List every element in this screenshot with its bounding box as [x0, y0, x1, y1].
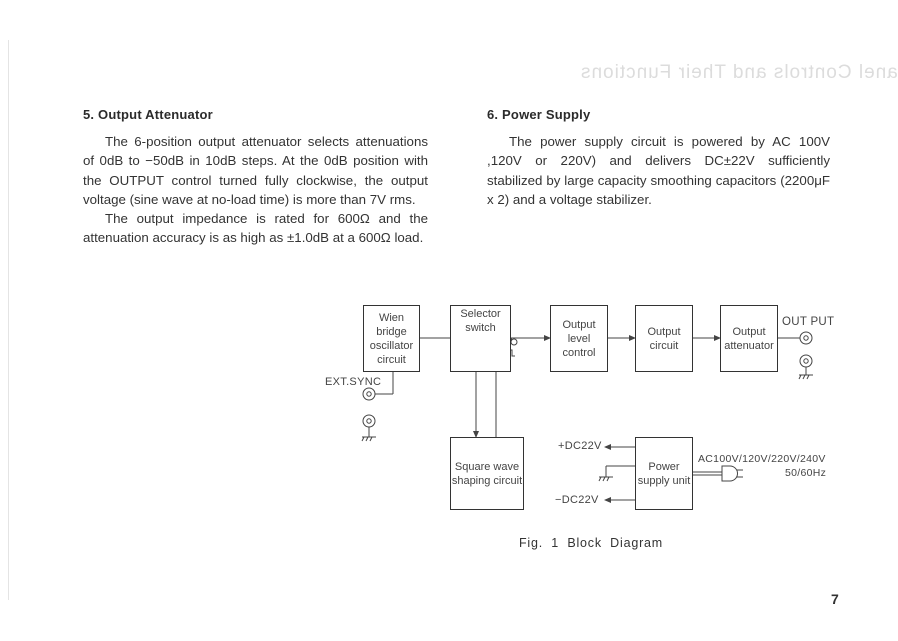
switch-contact — [510, 338, 518, 346]
ac-plug-icon — [721, 465, 743, 482]
ext-sync-jack-icon — [366, 391, 372, 397]
ground-jack-icon — [366, 418, 372, 424]
block-diagram: Wien bridge oscillator circuit Selector … — [0, 0, 898, 641]
page-number: 7 — [831, 591, 839, 607]
ext-sync-label: EXT.SYNC — [325, 376, 382, 388]
square-wave-shaping-block: Square wave shaping circuit — [450, 437, 524, 510]
figure-caption: Fig. 1 Block Diagram — [519, 536, 664, 550]
output-jack-icon — [803, 335, 809, 341]
output-label: OUT PUT — [782, 316, 835, 328]
output-level-control-block: Output level control — [550, 305, 608, 372]
minus-dc22v-label: −DC22V — [555, 494, 599, 506]
power-supply-unit-block: Power supply unit — [635, 437, 693, 510]
frequency-label: 50/60Hz — [785, 467, 827, 479]
output-circuit-block: Output circuit — [635, 305, 693, 372]
selector-switch-block: Selector switch — [450, 305, 511, 372]
output-ground-jack-icon — [803, 358, 809, 364]
ac-input-label: AC100V/120V/220V/240V — [698, 453, 826, 465]
output-attenuator-block: Output attenuator — [720, 305, 778, 372]
wien-bridge-oscillator-block: Wien bridge oscillator circuit — [363, 305, 420, 372]
plus-dc22v-label: +DC22V — [558, 440, 602, 452]
